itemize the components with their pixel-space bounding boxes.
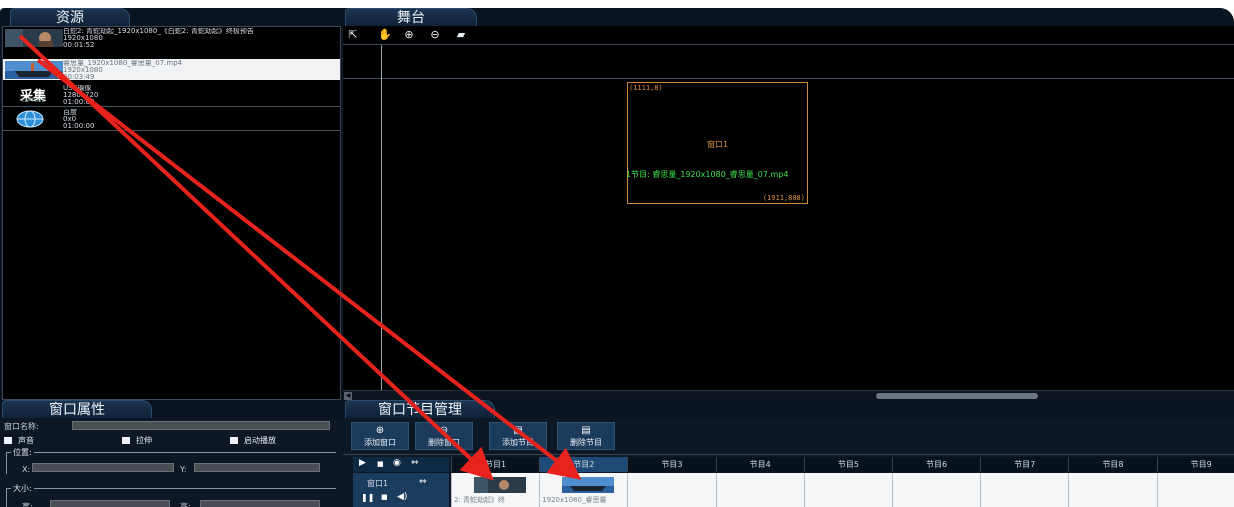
annotation-arrows	[18, 34, 582, 481]
arrow-to-program2	[36, 58, 582, 480]
app-window: 资源 白蛇2: 青蛇劫起_1920x1080_《白蛇2: 青蛇劫起》终极预告 1…	[0, 8, 1234, 507]
